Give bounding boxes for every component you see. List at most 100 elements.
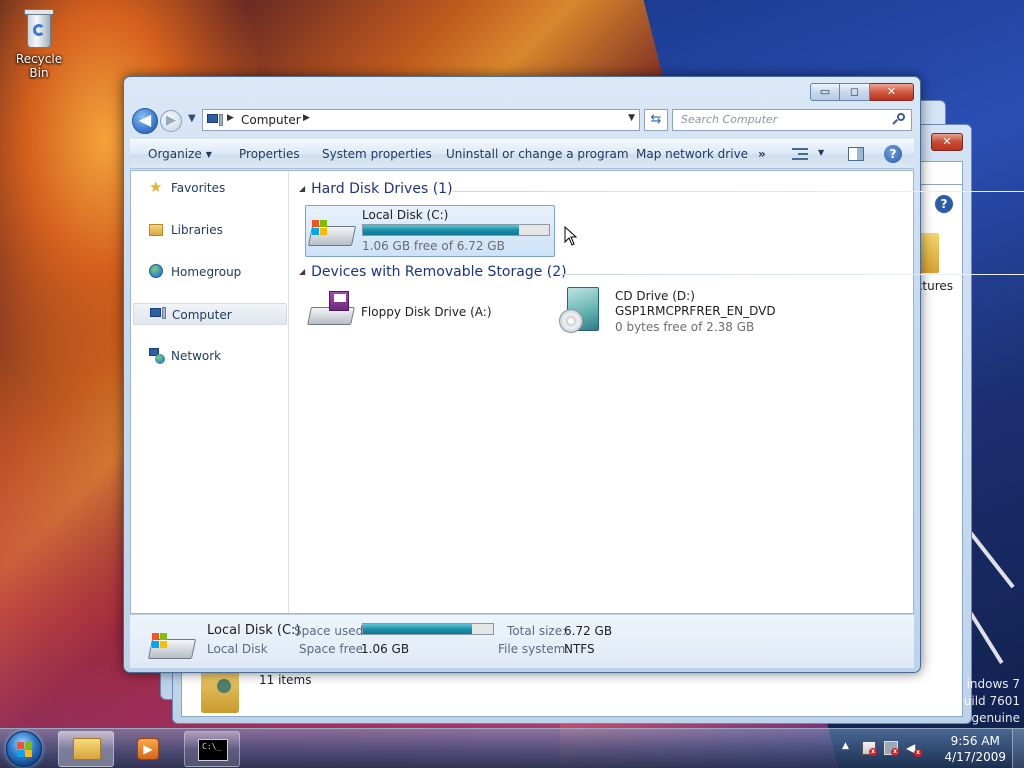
nav-item-label: Homegroup <box>171 265 242 279</box>
change-view-icon[interactable] <box>792 147 808 161</box>
group-title: Devices with Removable Storage (2) <box>311 264 567 280</box>
volume-muted-icon[interactable]: ◀ x <box>906 741 922 757</box>
recycle-bin[interactable]: Recycle Bin <box>6 6 72 80</box>
back-button[interactable]: ◀ <box>132 108 158 134</box>
file-system-value: NTFS <box>564 642 595 656</box>
breadcrumb-separator[interactable]: ▶ <box>227 113 234 123</box>
uninstall-program-button[interactable]: Uninstall or change a program <box>446 147 629 161</box>
help-icon[interactable]: ? <box>884 145 902 163</box>
start-button[interactable] <box>6 731 42 767</box>
computer-icon <box>207 114 223 126</box>
background-close-button[interactable]: ✕ <box>931 133 963 151</box>
group-header-removable[interactable]: ◢ Devices with Removable Storage (2) <box>299 264 567 280</box>
minimize-button[interactable]: ▭ <box>810 83 840 101</box>
collapse-icon: ◢ <box>299 184 306 193</box>
star-icon: ★ <box>149 178 163 196</box>
drive-free-space: 0 bytes free of 2.38 GB <box>615 320 755 334</box>
breadcrumb-separator[interactable]: ▶ <box>303 113 310 123</box>
network-tray-icon[interactable]: x <box>884 741 899 756</box>
search-input[interactable]: Search Computer <box>672 109 912 131</box>
address-bar[interactable]: ▶ Computer ▶ ▼ <box>202 109 640 131</box>
drive-usage-fill <box>363 225 520 235</box>
windows-logo-icon <box>17 742 33 758</box>
group-divider <box>453 191 1024 192</box>
details-drive-name: Local Disk (C:) <box>207 623 301 638</box>
computer-window[interactable]: ▭ ◻ ✕ ◀ ▶ ▼ ▶ Computer ▶ ▼ ⇆ Search Comp… <box>123 76 1024 673</box>
cmd-icon: C:\_ <box>198 739 228 761</box>
nav-item-network[interactable]: Network <box>133 345 287 367</box>
taskbar-media-player-button[interactable]: ▶ <box>120 731 176 767</box>
hard-disk-icon <box>147 629 197 659</box>
preview-pane-icon[interactable] <box>848 147 864 161</box>
file-system-label: File system: <box>498 642 570 656</box>
group-divider <box>559 274 1024 275</box>
build-watermark: indows 7 uild 7601 genuine <box>964 676 1020 727</box>
navigation-pane: ★ Favorites Libraries Homegroup Computer… <box>131 171 289 613</box>
recent-pages-dropdown[interactable]: ▼ <box>188 113 196 124</box>
search-placeholder: Search Computer <box>681 113 778 126</box>
floppy-disk-icon <box>307 289 355 329</box>
system-properties-button[interactable]: System properties <box>322 147 432 161</box>
details-pane: Local Disk (C:) Local Disk Space used: S… <box>130 614 914 668</box>
action-center-icon[interactable]: x <box>862 741 877 756</box>
show-desktop-button[interactable] <box>1012 729 1024 768</box>
collapse-icon: ◢ <box>299 267 306 276</box>
view-options-dropdown[interactable]: ▼ <box>818 148 824 157</box>
nav-item-homegroup[interactable]: Homegroup <box>133 261 287 283</box>
properties-button[interactable]: Properties <box>239 147 300 161</box>
mouse-cursor-icon <box>564 226 578 246</box>
maximize-button[interactable]: ◻ <box>840 83 870 101</box>
space-used-label: Space used: <box>294 624 368 638</box>
taskbar-explorer-button[interactable] <box>58 731 114 767</box>
watermark-line: genuine <box>971 711 1020 725</box>
breadcrumb-computer[interactable]: Computer <box>241 113 301 127</box>
system-clock[interactable]: 9:56 AM 4/17/2009 <box>944 733 1006 765</box>
map-network-drive-button[interactable]: Map network drive <box>636 147 748 161</box>
cd-drive-icon <box>557 287 605 333</box>
background-help-icon[interactable]: ? <box>935 195 953 213</box>
drive-name: Floppy Disk Drive (A:) <box>361 305 492 319</box>
clock-time: 9:56 AM <box>950 734 1000 748</box>
navigation-bar: ◀ ▶ ▼ ▶ Computer ▶ ▼ ⇆ Search Computer <box>130 107 914 135</box>
refresh-button[interactable]: ⇆ <box>644 109 668 131</box>
group-header-hard-disks[interactable]: ◢ Hard Disk Drives (1) <box>299 181 453 197</box>
nav-item-label: Network <box>171 349 222 363</box>
address-dropdown[interactable]: ▼ <box>628 113 635 123</box>
organize-menu[interactable]: Organize ▼ <box>148 147 212 161</box>
search-icon[interactable] <box>892 113 905 125</box>
folder-icon <box>73 738 101 760</box>
more-commands-button[interactable]: » <box>758 147 766 161</box>
drive-name: CD Drive (D:) <box>615 289 695 303</box>
recycle-bin-icon <box>21 6 57 50</box>
notification-area: ▲ x x ◀ x 9:56 AM 4/17/2009 <box>834 729 1024 768</box>
group-title: Hard Disk Drives (1) <box>311 181 453 197</box>
taskbar-command-prompt-button[interactable]: C:\_ <box>184 731 240 767</box>
background-status-bar: 11 items <box>193 667 933 713</box>
watermark-line: uild 7601 <box>963 694 1020 708</box>
clock-date: 4/17/2009 <box>944 750 1006 764</box>
forward-button[interactable]: ▶ <box>160 110 182 132</box>
command-bar: Organize ▼ Properties System properties U… <box>130 139 914 169</box>
drive-tile-c[interactable]: Local Disk (C:) 1.06 GB free of 6.72 GB <box>305 205 555 257</box>
organize-label: Organize <box>148 147 202 161</box>
drives-view: ◢ Hard Disk Drives (1) Local Disk (C:) 1.… <box>289 171 1024 613</box>
explorer-content: ★ Favorites Libraries Homegroup Computer… <box>130 170 1024 614</box>
space-free-value: 1.06 GB <box>361 642 410 656</box>
nav-item-favorites[interactable]: ★ Favorites <box>133 177 287 199</box>
show-hidden-icons-button[interactable]: ▲ <box>842 741 849 751</box>
nav-item-label: Computer <box>172 308 232 322</box>
background-search-box[interactable] <box>917 161 963 185</box>
nav-item-label: Favorites <box>171 181 226 195</box>
user-folder-icon <box>201 667 239 713</box>
computer-icon <box>150 307 166 323</box>
drive-free-space: 1.06 GB free of 6.72 GB <box>362 239 505 253</box>
nav-item-label: Libraries <box>171 223 223 237</box>
total-size-value: 6.72 GB <box>564 624 613 638</box>
recycle-bin-label: Recycle Bin <box>15 52 63 80</box>
drive-name: Local Disk (C:) <box>362 208 449 222</box>
nav-item-computer[interactable]: Computer <box>133 303 287 325</box>
libraries-icon <box>149 222 165 238</box>
close-button[interactable]: ✕ <box>870 83 914 101</box>
space-free-label: Space free: <box>299 642 368 656</box>
nav-item-libraries[interactable]: Libraries <box>133 219 287 241</box>
